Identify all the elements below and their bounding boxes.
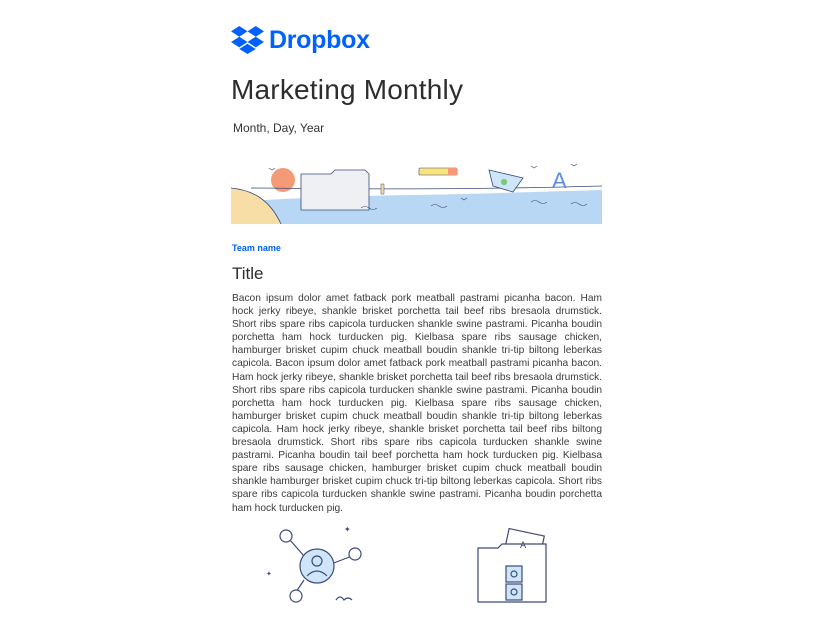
file-folder-illustration: A <box>477 527 547 603</box>
section-title: Title <box>232 264 264 283</box>
banner-illustration: A <box>231 158 602 224</box>
svg-text:A: A <box>552 168 567 193</box>
team-name: Team name <box>232 243 281 253</box>
newsletter-page: Dropbox Marketing Monthly Month, Day, Ye… <box>0 0 833 625</box>
svg-text:✦: ✦ <box>344 525 351 534</box>
dropbox-logo-icon <box>231 26 264 54</box>
svg-text:A: A <box>520 541 527 551</box>
user-network-illustration: ✦ ✦ <box>266 525 362 603</box>
newsletter-title: Marketing Monthly <box>231 74 464 105</box>
body-text: Bacon ipsum dolor amet fatback pork meat… <box>232 293 602 514</box>
dropbox-logo[interactable]: Dropbox <box>231 24 370 56</box>
newsletter-date: Month, Day, Year <box>233 121 325 135</box>
svg-text:✦: ✦ <box>266 570 272 578</box>
brand-name: Dropbox <box>269 26 370 54</box>
